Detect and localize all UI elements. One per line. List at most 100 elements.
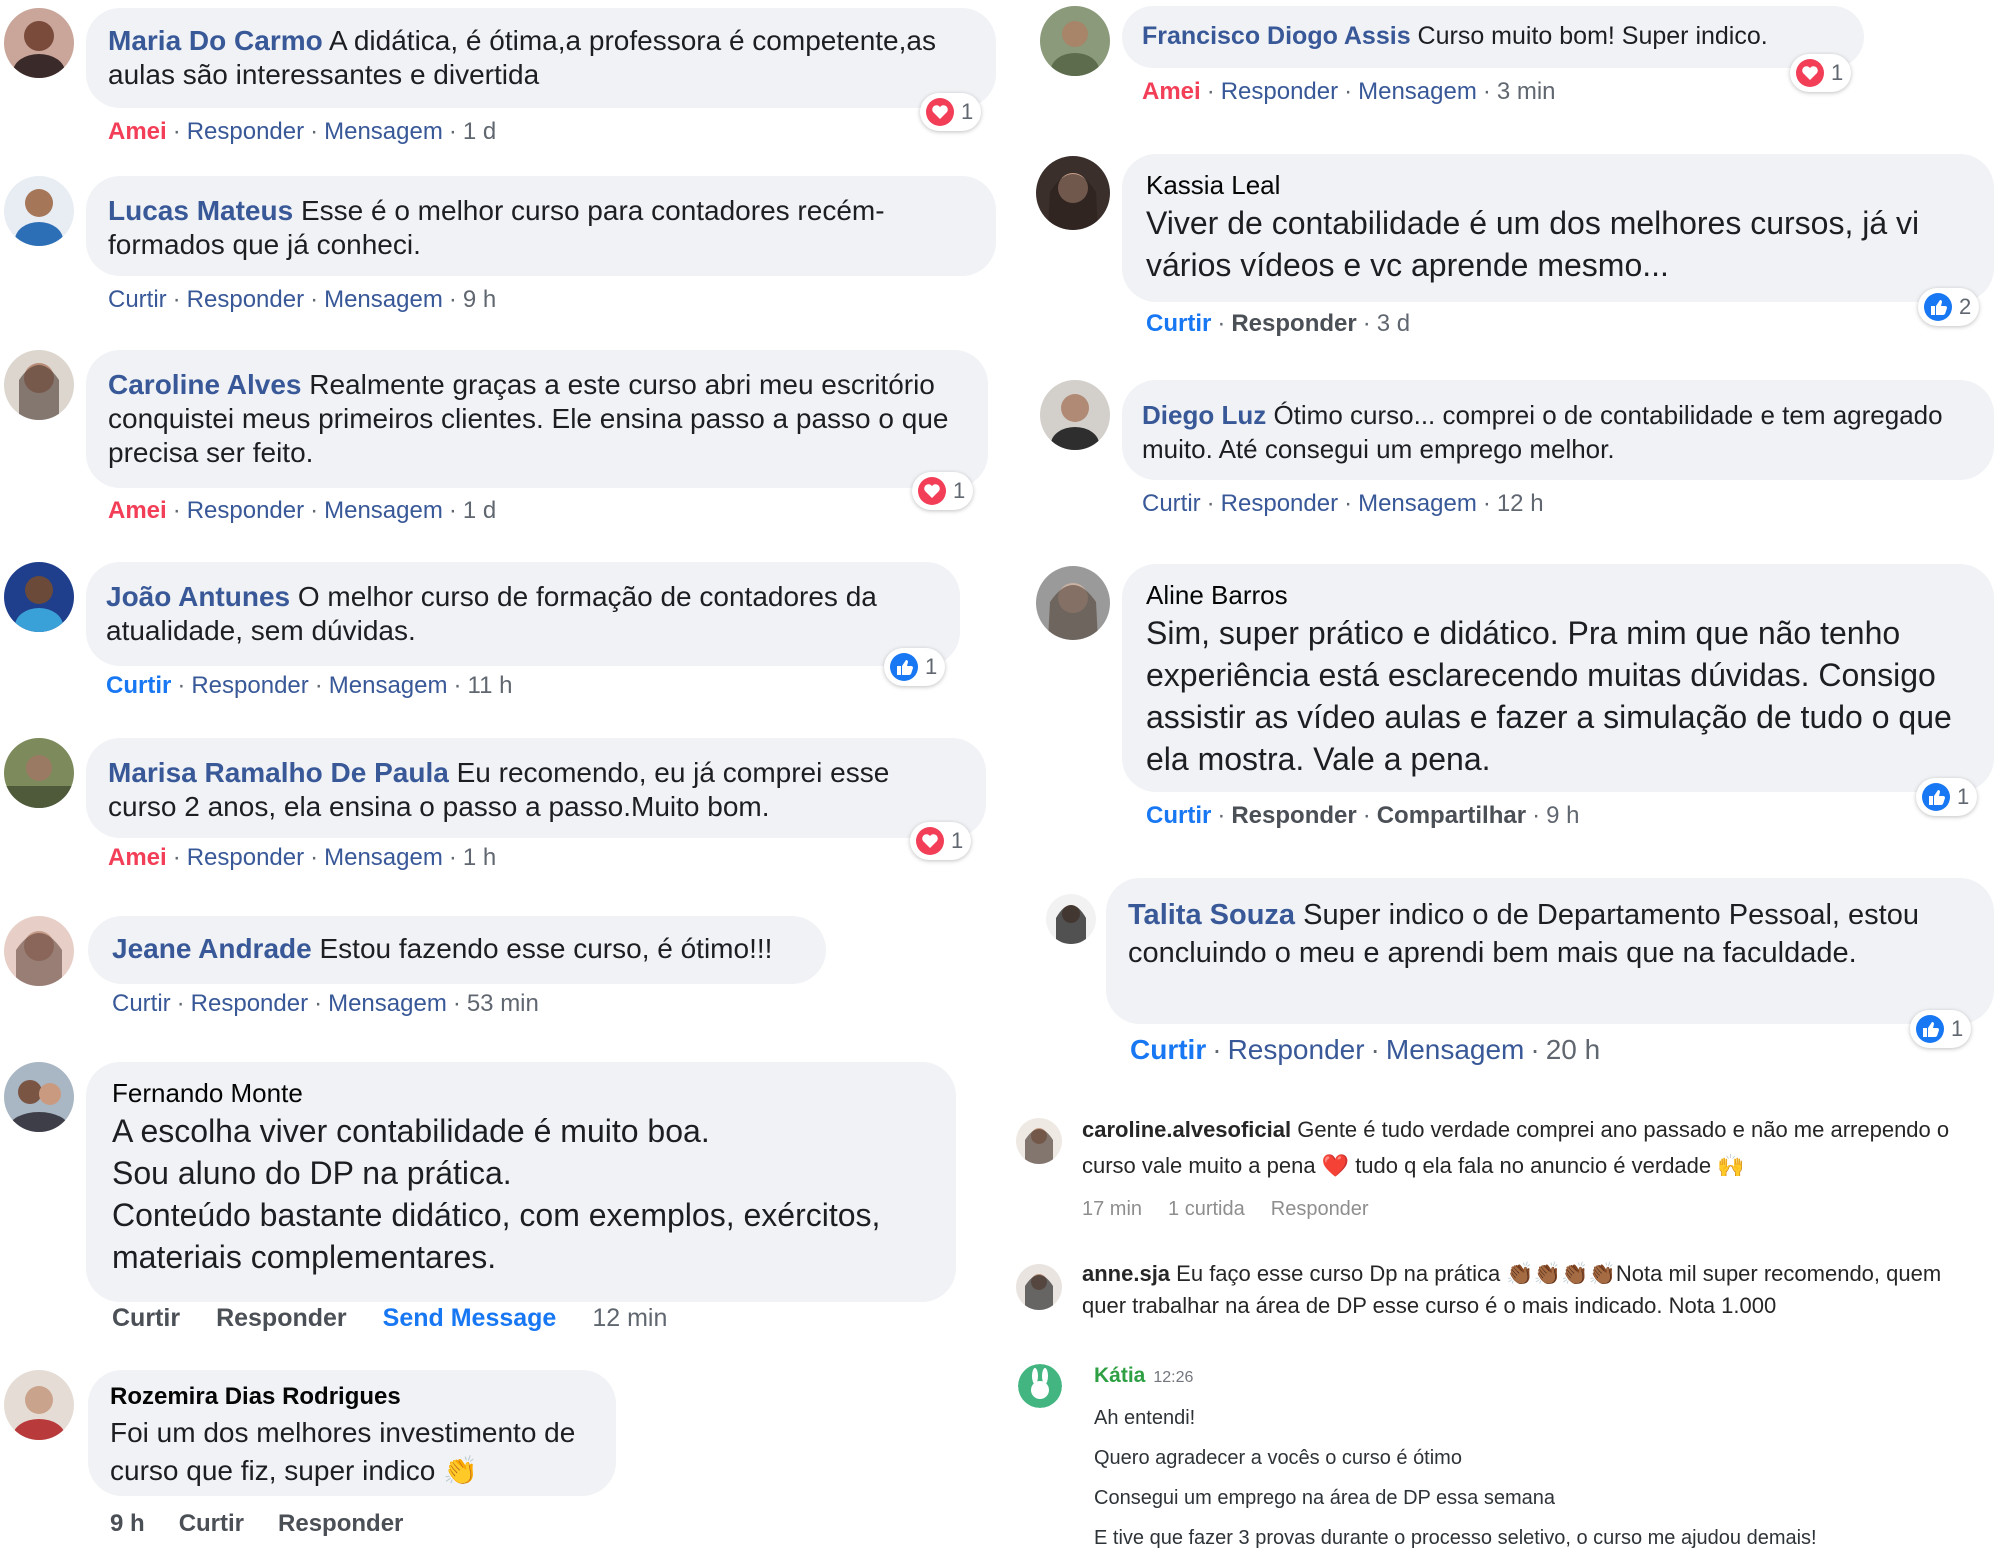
avatar[interactable] bbox=[1016, 1264, 1062, 1310]
reaction-number: 1 bbox=[1951, 1016, 1964, 1041]
commenter-name[interactable]: Talita Souza bbox=[1128, 899, 1295, 931]
comment-actions: Curtir · Responder · Mensagem · 53 min bbox=[112, 990, 539, 1017]
reply-link[interactable]: Responder bbox=[1228, 1034, 1365, 1065]
commenter-name[interactable]: Caroline Alves bbox=[108, 369, 301, 400]
timestamp[interactable]: 3 min bbox=[1497, 78, 1556, 105]
reply-link[interactable]: Responder bbox=[191, 672, 308, 699]
like-link[interactable]: Curtir bbox=[112, 990, 171, 1017]
share-link[interactable]: Compartilhar bbox=[1377, 802, 1526, 829]
reaction-count[interactable]: 1 bbox=[1910, 1010, 1972, 1048]
comment-bubble: Francisco Diogo Assis Curso muito bom! S… bbox=[1122, 6, 1864, 68]
commenter-name[interactable]: Kassia Leal bbox=[1146, 170, 1280, 200]
message-link[interactable]: Mensagem bbox=[324, 497, 443, 524]
reply-link[interactable]: Responder bbox=[278, 1510, 403, 1537]
reply-link[interactable]: Responder bbox=[187, 286, 304, 313]
timestamp[interactable]: 1 h bbox=[463, 844, 496, 871]
love-button[interactable]: Amei bbox=[108, 118, 167, 145]
chat-time: 12:26 bbox=[1153, 1369, 1194, 1386]
avatar[interactable] bbox=[4, 1062, 74, 1132]
avatar[interactable] bbox=[4, 738, 74, 808]
comment-bubble: Talita Souza Super indico o de Departame… bbox=[1106, 878, 1994, 1024]
like-link[interactable]: Curtir bbox=[112, 1304, 180, 1332]
message-link[interactable]: Mensagem bbox=[1358, 78, 1477, 105]
avatar[interactable] bbox=[4, 176, 74, 246]
message-link[interactable]: Mensagem bbox=[1386, 1034, 1525, 1065]
commenter-name[interactable]: Diego Luz bbox=[1142, 400, 1266, 430]
commenter-name[interactable]: Aline Barros bbox=[1146, 580, 1288, 610]
commenter-name[interactable]: Lucas Mateus bbox=[108, 195, 293, 226]
reaction-count[interactable]: 1 bbox=[912, 472, 974, 510]
like-link[interactable]: Curtir bbox=[1142, 490, 1201, 517]
avatar[interactable] bbox=[4, 916, 74, 986]
chat-author[interactable]: Kátia bbox=[1094, 1364, 1145, 1387]
reply-link[interactable]: Responder bbox=[1271, 1198, 1369, 1220]
like-button[interactable]: Curtir bbox=[106, 672, 171, 699]
instagram-username[interactable]: anne.sja bbox=[1082, 1261, 1170, 1286]
timestamp[interactable]: 11 h bbox=[468, 672, 513, 699]
reaction-count[interactable]: 1 bbox=[884, 648, 946, 686]
message-link[interactable]: Mensagem bbox=[324, 844, 443, 871]
timestamp[interactable]: 3 d bbox=[1377, 310, 1410, 337]
timestamp[interactable]: 12 h bbox=[1497, 490, 1544, 517]
timestamp[interactable]: 20 h bbox=[1546, 1034, 1601, 1065]
reply-link[interactable]: Responder bbox=[1231, 310, 1356, 337]
reply-link[interactable]: Responder bbox=[191, 990, 308, 1017]
reply-link[interactable]: Responder bbox=[187, 844, 304, 871]
message-link[interactable]: Mensagem bbox=[329, 672, 448, 699]
avatar[interactable] bbox=[4, 1370, 74, 1440]
comment-text: Sim, super prático e didático. Pra mim q… bbox=[1146, 615, 1952, 777]
reply-link[interactable]: Responder bbox=[187, 497, 304, 524]
commenter-name[interactable]: Fernando Monte bbox=[112, 1078, 303, 1108]
avatar[interactable] bbox=[4, 562, 74, 632]
message-link[interactable]: Mensagem bbox=[328, 990, 447, 1017]
avatar[interactable] bbox=[1036, 566, 1110, 640]
message-link[interactable]: Mensagem bbox=[324, 118, 443, 145]
avatar[interactable] bbox=[4, 350, 74, 420]
reaction-count[interactable]: 1 bbox=[910, 822, 972, 860]
commenter-name[interactable]: Marisa Ramalho De Paula bbox=[108, 757, 449, 788]
love-button[interactable]: Amei bbox=[108, 844, 167, 871]
message-link[interactable]: Mensagem bbox=[1358, 490, 1477, 517]
reaction-count[interactable]: 2 bbox=[1918, 288, 1980, 326]
comment-bubble: Marisa Ramalho De Paula Eu recomendo, eu… bbox=[86, 738, 986, 838]
timestamp[interactable]: 53 min bbox=[467, 990, 539, 1017]
reply-link[interactable]: Responder bbox=[216, 1304, 347, 1332]
love-button[interactable]: Amei bbox=[108, 497, 167, 524]
commenter-name[interactable]: Rozemira Dias Rodrigues bbox=[110, 1383, 401, 1410]
timestamp[interactable]: 9 h bbox=[1546, 802, 1579, 829]
timestamp[interactable]: 17 min bbox=[1082, 1198, 1142, 1220]
like-button[interactable]: Curtir bbox=[1130, 1034, 1206, 1065]
reaction-count[interactable]: 1 bbox=[1916, 778, 1978, 816]
reply-link[interactable]: Responder bbox=[1221, 78, 1338, 105]
commenter-name[interactable]: João Antunes bbox=[106, 581, 290, 612]
avatar[interactable] bbox=[1036, 156, 1110, 230]
likes-count[interactable]: 1 curtida bbox=[1168, 1198, 1245, 1220]
reply-link[interactable]: Responder bbox=[187, 118, 304, 145]
timestamp[interactable]: 12 min bbox=[592, 1304, 667, 1332]
like-link[interactable]: Curtir bbox=[108, 286, 167, 313]
timestamp[interactable]: 1 d bbox=[463, 497, 496, 524]
like-button[interactable]: Curtir bbox=[1146, 802, 1211, 829]
timestamp[interactable]: 9 h bbox=[463, 286, 496, 313]
timestamp[interactable]: 1 d bbox=[463, 118, 496, 145]
avatar[interactable] bbox=[4, 8, 74, 78]
love-button[interactable]: Amei bbox=[1142, 78, 1201, 105]
reply-link[interactable]: Responder bbox=[1231, 802, 1356, 829]
message-link[interactable]: Mensagem bbox=[324, 286, 443, 313]
commenter-name[interactable]: Jeane Andrade bbox=[112, 933, 312, 964]
avatar[interactable] bbox=[1046, 894, 1096, 944]
avatar[interactable] bbox=[1018, 1364, 1062, 1408]
avatar[interactable] bbox=[1016, 1118, 1062, 1164]
timestamp[interactable]: 9 h bbox=[110, 1510, 145, 1537]
like-button[interactable]: Curtir bbox=[1146, 310, 1211, 337]
send-message-link[interactable]: Send Message bbox=[383, 1304, 557, 1332]
like-link[interactable]: Curtir bbox=[179, 1510, 244, 1537]
reaction-count[interactable]: 1 bbox=[1790, 54, 1852, 92]
avatar[interactable] bbox=[1040, 6, 1110, 76]
commenter-name[interactable]: Francisco Diogo Assis bbox=[1142, 22, 1411, 50]
commenter-name[interactable]: Maria Do Carmo bbox=[108, 25, 323, 56]
reply-link[interactable]: Responder bbox=[1221, 490, 1338, 517]
reaction-count[interactable]: 1 bbox=[920, 93, 982, 131]
instagram-username[interactable]: caroline.alvesoficial bbox=[1082, 1117, 1291, 1142]
avatar[interactable] bbox=[1040, 380, 1110, 450]
